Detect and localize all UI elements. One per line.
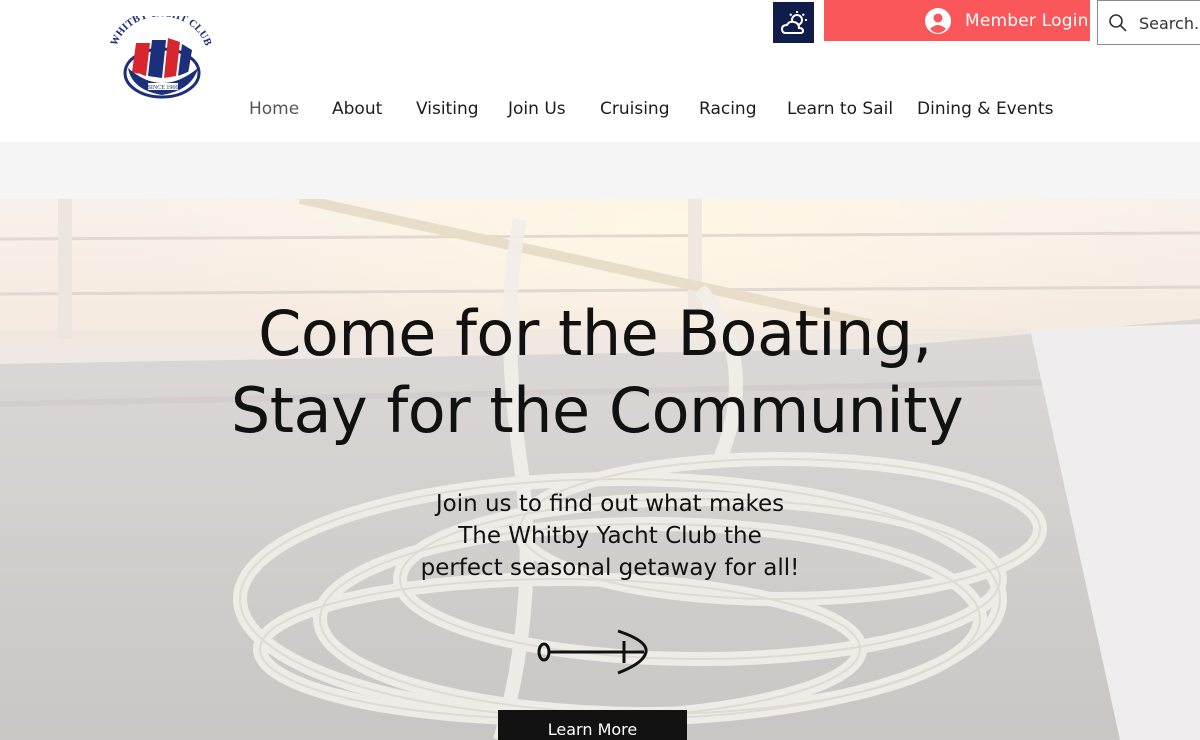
nav-item-join-us[interactable]: Join Us [508, 99, 566, 119]
logo-since-text: SINCE 1966 [148, 85, 179, 91]
user-avatar-icon [925, 8, 951, 34]
nav-item-cruising[interactable]: Cruising [600, 99, 670, 119]
header-spacer-band [0, 142, 1200, 199]
hero-headline-line2: Stay for the Community [230, 374, 964, 447]
search-input[interactable]: Search... [1097, 0, 1200, 45]
hero-subtext-line1: Join us to find out what makes [435, 491, 785, 517]
site-header: WHITBY YACHT CLUB SINCE 1966 Member Logi… [0, 0, 1200, 142]
hero-section: Come for the Boating, Stay for the Commu… [0, 199, 1200, 740]
nav-item-about[interactable]: About [332, 99, 382, 119]
weather-sun-cloud-icon [780, 10, 807, 34]
search-icon [1109, 14, 1127, 32]
weather-button[interactable] [773, 2, 814, 43]
club-logo[interactable]: WHITBY YACHT CLUB SINCE 1966 [108, 16, 214, 100]
member-login-button[interactable]: Member Login [824, 0, 1090, 41]
hero-headline-line1: Come for the Boating, [258, 297, 932, 370]
nav-item-racing[interactable]: Racing [699, 99, 757, 119]
member-login-label: Member Login [965, 11, 1089, 31]
anchor-arrow-icon[interactable] [536, 629, 652, 675]
nav-item-learn-to-sail[interactable]: Learn to Sail [787, 99, 893, 119]
main-nav: Home About Visiting Join Us Cruising Rac… [0, 99, 1200, 121]
search-placeholder: Search... [1139, 14, 1200, 33]
nav-item-visiting[interactable]: Visiting [416, 99, 479, 119]
nav-item-dining-events[interactable]: Dining & Events [917, 99, 1054, 119]
learn-more-button[interactable]: Learn More [498, 710, 687, 740]
hero-subtext-line3: perfect seasonal getaway for all! [420, 555, 800, 581]
hero-subtext-line2: The Whitby Yacht Club the [458, 523, 762, 549]
nav-item-home[interactable]: Home [249, 99, 299, 119]
